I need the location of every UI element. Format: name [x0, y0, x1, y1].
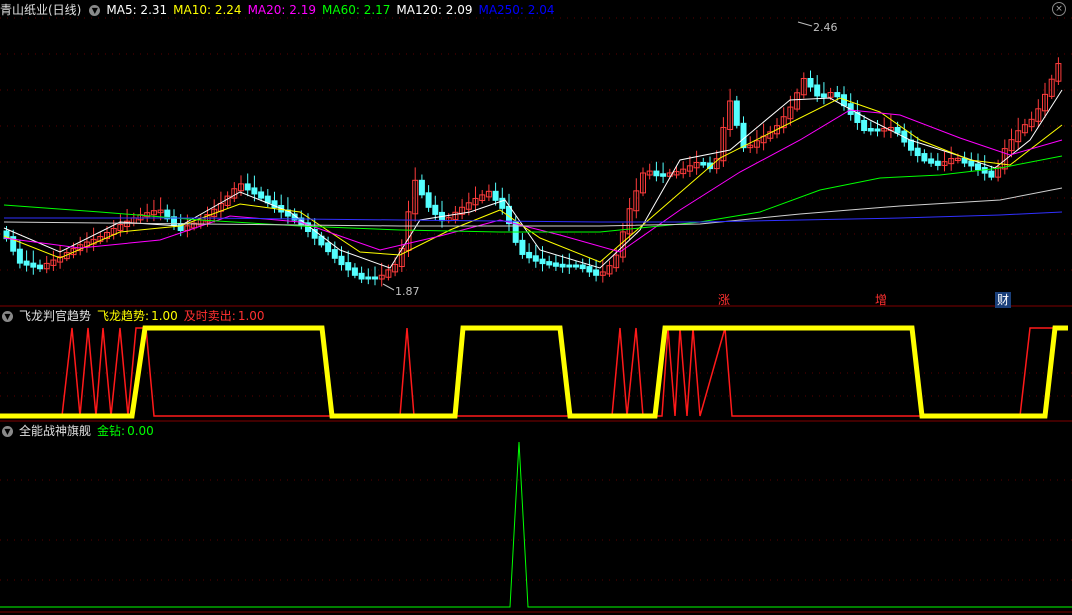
candle-body — [921, 153, 928, 162]
candle-body — [975, 163, 981, 171]
menu-toggle-icon[interactable]: ▼ — [89, 5, 101, 16]
candle-body — [559, 263, 566, 268]
trend-line — [0, 325, 1068, 419]
candle-body — [968, 160, 975, 167]
candle-body — [934, 160, 941, 166]
low-marker-label: 1.87 — [395, 285, 420, 298]
candle-body — [16, 248, 23, 264]
panel2-title: 飞龙判官趋势 — [19, 309, 92, 323]
ma-legend-item: MA120: 2.09 — [396, 3, 473, 17]
sell-signal-line — [0, 327, 1062, 417]
candle-body — [425, 192, 432, 208]
panel3-menu-icon[interactable]: ▼ — [2, 426, 13, 437]
candle-body — [37, 264, 43, 270]
candle-body — [365, 276, 372, 280]
candle-body — [418, 179, 425, 196]
candle-body — [546, 261, 553, 266]
candle-body — [532, 255, 539, 262]
candle-body — [867, 128, 874, 132]
ma-legend-item: MA250: 2.04 — [478, 3, 555, 17]
candle-body — [908, 139, 914, 151]
candle-body — [338, 255, 345, 266]
panel3-line-label: 金钻: — [97, 424, 126, 438]
ma-legend: MA5: 2.31 MA10: 2.24 MA20: 2.19 MA60: 2.17 M… — [106, 3, 560, 17]
panel2-menu-icon[interactable]: ▼ — [2, 311, 13, 322]
candle-body — [325, 242, 332, 253]
panel2-header: ▼ 飞龙判官趋势 飞龙趋势: 1.00 及时卖出: 1.00 — [0, 308, 271, 324]
panel2-line2-value: 1.00 — [237, 309, 265, 323]
candle-body — [928, 158, 935, 164]
candle-body — [834, 92, 841, 98]
candle-body — [492, 190, 499, 201]
candle-body — [519, 239, 526, 255]
tag-cai-text: 财 — [996, 293, 1009, 307]
candle-body — [861, 119, 868, 132]
panel3-header: ▼ 全能战神旗舰 金钻: 0.00 — [0, 423, 160, 439]
high-marker-line — [797, 21, 813, 27]
candle-body — [653, 170, 660, 177]
main-header: 青山纸业(日线) ▼ MA5: 2.31 MA10: 2.24 MA20: 2.19 MA… — [0, 2, 567, 18]
candle-body — [358, 272, 365, 280]
candle-body — [432, 204, 439, 215]
candle-body — [988, 170, 995, 178]
panel3-line-value: 0.00 — [127, 424, 154, 438]
candle-body — [593, 269, 600, 276]
candle-body — [807, 77, 814, 88]
candle-body — [579, 264, 586, 270]
candle-body — [258, 191, 265, 199]
candle-body — [552, 262, 559, 267]
tag-cai: 财 — [995, 292, 1011, 308]
panel2-line2-label: 及时卖出: — [183, 309, 236, 323]
panel3-title: 全能战神旗舰 — [19, 424, 92, 438]
tag-zhang-text: 涨 — [717, 293, 730, 307]
candle-body — [566, 264, 573, 268]
candle-body — [30, 262, 37, 268]
candle-body — [331, 249, 338, 259]
candle-body — [345, 262, 352, 271]
ma-legend-item: MA20: 2.19 — [247, 3, 316, 17]
panel2-line1-value: 1.00 — [151, 309, 178, 323]
ma10-line — [3, 97, 1063, 263]
ma60-line — [3, 155, 1063, 233]
high-marker-label: 2.46 — [813, 21, 838, 34]
ma120-line — [3, 187, 1063, 227]
low-marker-line — [382, 283, 395, 291]
candle-body — [874, 128, 881, 132]
candle-body — [914, 147, 921, 157]
candle-body — [23, 260, 30, 266]
candle-body — [573, 264, 579, 268]
tag-zeng: 增 — [873, 292, 889, 308]
candle-body — [372, 276, 378, 280]
candle-body — [539, 258, 546, 265]
ma-legend-item: MA60: 2.17 — [322, 3, 391, 17]
candle-body — [251, 187, 258, 195]
ma-legend-item: MA5: 2.31 — [106, 3, 168, 17]
tag-zhang: 涨 — [716, 292, 732, 308]
candle-body — [526, 251, 533, 259]
candle-body — [820, 93, 827, 98]
candle-body — [733, 100, 740, 126]
close-icon[interactable]: × — [1052, 2, 1066, 16]
candle-body — [740, 122, 747, 149]
gold-diamond-line — [0, 441, 1072, 608]
candle-body — [660, 173, 667, 177]
stock-name: 青山纸业(日线) — [0, 3, 82, 17]
candle-body — [586, 266, 593, 273]
candle-body — [700, 161, 707, 166]
tag-zeng-text: 增 — [874, 293, 887, 307]
candle-body — [264, 195, 271, 204]
candle-body — [244, 183, 251, 191]
ma-legend-item: MA10: 2.24 — [173, 3, 242, 17]
candle-body — [894, 126, 901, 134]
candle-body — [814, 84, 821, 97]
candle-body — [351, 267, 358, 276]
panel2-line1-label: 飞龙趋势: — [97, 309, 150, 323]
